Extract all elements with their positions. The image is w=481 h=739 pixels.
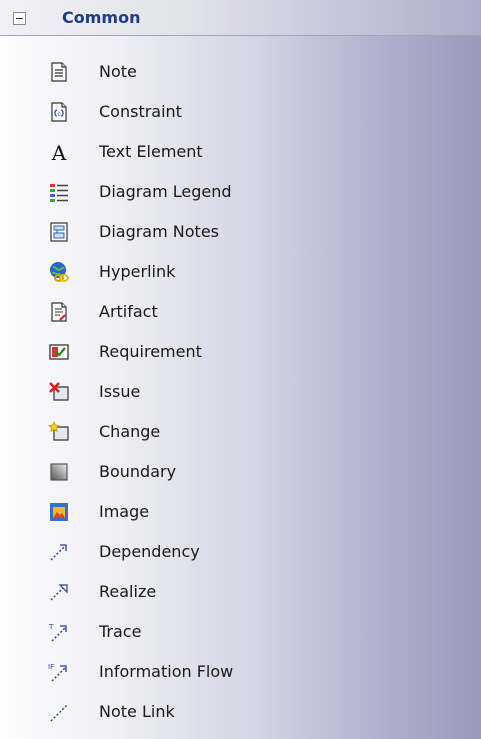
toolbox-item-constraint[interactable]: c Constraint xyxy=(0,92,481,132)
collapse-icon[interactable] xyxy=(13,12,26,25)
toolbox-panel: Common Note c Constraint A Text Element xyxy=(0,0,481,739)
item-label: Text Element xyxy=(99,142,203,161)
note-link-icon xyxy=(50,704,68,722)
toolbox-item-change[interactable]: Change xyxy=(0,412,481,452)
toolbox-item-image[interactable]: Image xyxy=(0,492,481,532)
toolbox-item-information-flow[interactable]: IF Information Flow xyxy=(0,652,481,692)
toolbox-item-diagram-notes[interactable]: Diagram Notes xyxy=(0,212,481,252)
issue-icon xyxy=(49,382,69,401)
item-label: Trace xyxy=(99,622,142,641)
item-label: Diagram Legend xyxy=(99,182,232,201)
image-icon xyxy=(50,503,68,521)
toolbox-item-text-element[interactable]: A Text Element xyxy=(0,132,481,172)
requirement-icon xyxy=(49,344,69,360)
trace-icon: T xyxy=(48,623,67,642)
svg-text:c: c xyxy=(57,111,60,118)
information-flow-icon: IF xyxy=(48,663,67,682)
toolbox-item-issue[interactable]: Issue xyxy=(0,372,481,412)
text-element-icon: A xyxy=(51,141,67,163)
item-label: Information Flow xyxy=(99,662,234,681)
item-label: Realize xyxy=(99,582,157,601)
boundary-icon xyxy=(50,463,68,481)
item-label: Constraint xyxy=(99,102,182,121)
item-label: Note Link xyxy=(99,702,175,721)
change-icon xyxy=(48,421,69,441)
group-title: Common xyxy=(62,8,141,27)
toolbox-item-hyperlink[interactable]: Hyperlink xyxy=(0,252,481,292)
toolbox-item-realize[interactable]: Realize xyxy=(0,572,481,612)
constraint-icon: c xyxy=(51,102,67,122)
item-label: Issue xyxy=(99,382,141,401)
item-label: Artifact xyxy=(99,302,158,321)
diagram-legend-icon xyxy=(50,184,68,202)
item-label: Change xyxy=(99,422,161,441)
realize-icon xyxy=(50,584,68,601)
item-label: Hyperlink xyxy=(99,262,176,281)
svg-text:T: T xyxy=(48,623,54,631)
diagram-notes-icon xyxy=(50,222,68,242)
toolbox-item-artifact[interactable]: Artifact xyxy=(0,292,481,332)
group-header-common[interactable]: Common xyxy=(0,0,481,36)
item-label: Dependency xyxy=(99,542,200,561)
toolbox-item-dependency[interactable]: Dependency xyxy=(0,532,481,572)
toolbox-item-boundary[interactable]: Boundary xyxy=(0,452,481,492)
svg-text:IF: IF xyxy=(48,663,54,671)
item-label: Boundary xyxy=(99,462,177,481)
item-label: Image xyxy=(99,502,150,521)
toolbox-item-diagram-legend[interactable]: Diagram Legend xyxy=(0,172,481,212)
toolbox-item-note[interactable]: Note xyxy=(0,52,481,92)
toolbox-item-note-link[interactable]: Note Link xyxy=(0,692,481,732)
toolbox-item-trace[interactable]: T Trace xyxy=(0,612,481,652)
item-label: Requirement xyxy=(99,342,202,361)
item-label: Note xyxy=(99,62,137,81)
note-icon xyxy=(51,62,67,82)
artifact-icon xyxy=(51,302,67,322)
toolbox-item-requirement[interactable]: Requirement xyxy=(0,332,481,372)
hyperlink-icon xyxy=(50,262,69,282)
svg-text:A: A xyxy=(51,141,67,163)
dependency-icon xyxy=(50,544,67,561)
item-label: Diagram Notes xyxy=(99,222,219,241)
